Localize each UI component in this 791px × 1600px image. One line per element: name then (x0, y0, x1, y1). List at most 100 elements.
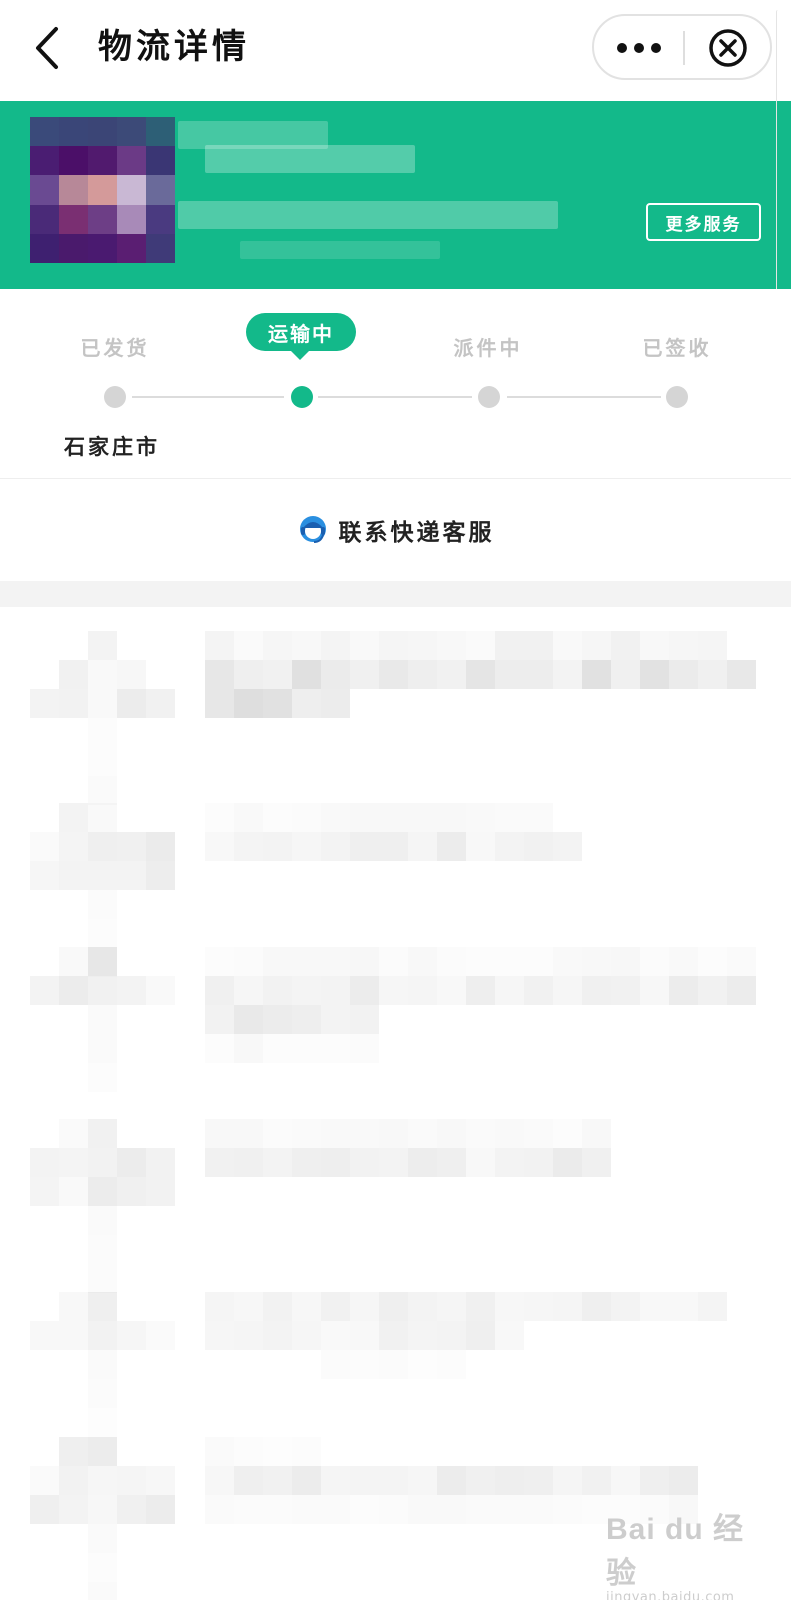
blurred-pixel (611, 1466, 640, 1495)
blurred-pixel (582, 976, 611, 1005)
customer-service-icon (299, 516, 326, 543)
blurred-pixel (466, 832, 495, 861)
blurred-pixel (205, 660, 234, 689)
blurred-pixel (234, 1292, 263, 1321)
blurred-pixel (524, 803, 553, 832)
blurred-pixel (321, 689, 350, 718)
blurred-pixel (524, 631, 553, 660)
blurred-pixel (408, 1292, 437, 1321)
blurred-pixel (495, 1119, 524, 1148)
close-button[interactable] (686, 18, 770, 78)
blurred-pixel (88, 1119, 117, 1148)
blurred-pixel (263, 803, 292, 832)
blurred-pixel (379, 631, 408, 660)
blurred-pixel (524, 1292, 553, 1321)
blurred-pixel (205, 1005, 234, 1034)
blurred-pixel (350, 1292, 379, 1321)
blurred-pixel (88, 1408, 117, 1437)
blurred-pixel (466, 631, 495, 660)
blurred-pixel (350, 1495, 379, 1524)
blurred-pixel (437, 631, 466, 660)
blurred-pixel (408, 1148, 437, 1177)
blurred-pixel (146, 689, 175, 718)
blurred-pixel (408, 832, 437, 861)
blurred-pixel (408, 631, 437, 660)
blurred-pixel (350, 803, 379, 832)
baidu-jingyan-watermark: Bai du 经验 jingyan.baidu.com (606, 1504, 756, 1600)
blurred-pixel (30, 1495, 59, 1524)
blurred-pixel (292, 1437, 321, 1466)
blurred-pixel (30, 1321, 59, 1350)
blurred-pixel (379, 1321, 408, 1350)
blurred-pixel (669, 976, 698, 1005)
blurred-pixel (640, 1466, 669, 1495)
blurred-pixel (379, 1148, 408, 1177)
blurred-pixel (553, 947, 582, 976)
more-services-button[interactable]: 更多服务 (646, 203, 761, 241)
blurred-pixel (408, 976, 437, 1005)
blurred-pixel (88, 1206, 117, 1235)
blurred-pixel (321, 660, 350, 689)
blurred-pixel (408, 660, 437, 689)
blurred-pixel (292, 803, 321, 832)
blurred-pixel (698, 976, 727, 1005)
blurred-pixel (117, 861, 146, 890)
blurred-pixel (117, 1495, 146, 1524)
blurred-pixel (437, 1350, 466, 1379)
blurred-pixel (292, 660, 321, 689)
blurred-pixel (234, 947, 263, 976)
blurred-pixel (59, 1292, 88, 1321)
blurred-pixel (321, 1495, 350, 1524)
blurred-pixel (350, 1466, 379, 1495)
blurred-pixel (205, 1437, 234, 1466)
blurred-pixel (408, 1321, 437, 1350)
blurred-pixel (59, 1148, 88, 1177)
blurred-pixel (350, 1034, 379, 1063)
blurred-pixel (524, 1466, 553, 1495)
section-gap (0, 581, 791, 607)
blurred-pixel (59, 947, 88, 976)
blurred-pixel (146, 861, 175, 890)
blurred-pixel (582, 1466, 611, 1495)
blurred-pixel (292, 1148, 321, 1177)
blurred-pixel (234, 1466, 263, 1495)
progress-track (318, 396, 472, 398)
blurred-pixel (350, 660, 379, 689)
blurred-pixel (146, 976, 175, 1005)
blurred-pixel (321, 1034, 350, 1063)
blurred-pixel (553, 1148, 582, 1177)
blurred-pixel (582, 660, 611, 689)
more-button[interactable] (596, 18, 682, 78)
contact-courier-service-button[interactable]: 联系快递客服 (0, 480, 791, 580)
blurred-pixel (88, 747, 117, 776)
page-title: 物流详情 (98, 27, 250, 67)
blurred-pixel (466, 976, 495, 1005)
step-label-signed: 已签收 (642, 336, 712, 360)
blurred-pixel (146, 1321, 175, 1350)
back-button[interactable] (22, 20, 72, 76)
blurred-pixel (292, 631, 321, 660)
step-dot-shipped (104, 386, 126, 408)
blurred-pixel (59, 660, 88, 689)
blurred-pixel (205, 803, 234, 832)
blurred-pixel (321, 947, 350, 976)
blurred-pixel (205, 1148, 234, 1177)
blurred-pixel (669, 631, 698, 660)
blurred-pixel (466, 947, 495, 976)
blurred-pixel (88, 803, 117, 832)
blurred-pixel (698, 631, 727, 660)
blurred-pixel (321, 1148, 350, 1177)
blurred-pixel (234, 1034, 263, 1063)
blurred-pixel (263, 976, 292, 1005)
blurred-pixel (350, 1321, 379, 1350)
blurred-pixel (698, 1292, 727, 1321)
blurred-pixel (408, 1495, 437, 1524)
blurred-pixel (263, 1148, 292, 1177)
blurred-pixel (234, 1148, 263, 1177)
blurred-pixel (698, 660, 727, 689)
logistics-timeline (0, 607, 791, 1600)
blurred-pixel (379, 832, 408, 861)
blurred-pixel (59, 1437, 88, 1466)
blurred-pixel (88, 832, 117, 861)
blurred-pixel (292, 1005, 321, 1034)
